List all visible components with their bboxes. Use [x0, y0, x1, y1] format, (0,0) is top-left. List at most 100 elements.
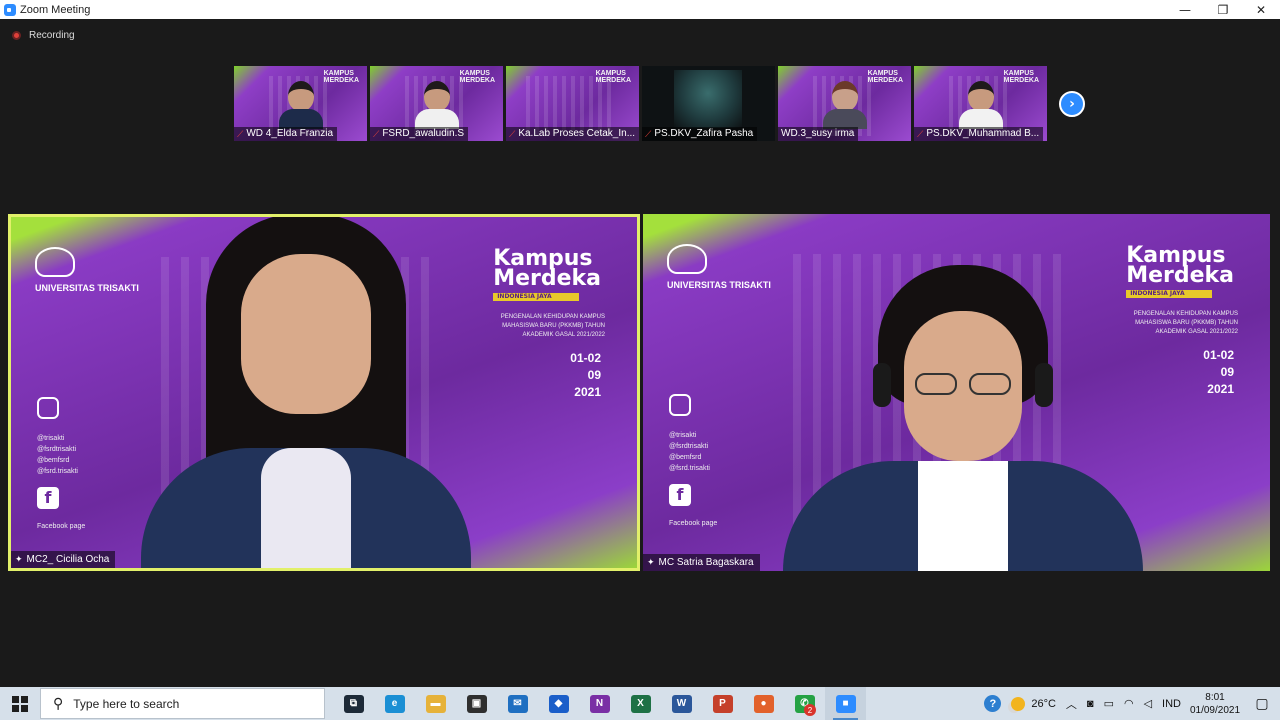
zoom-app-icon: [4, 3, 16, 16]
store-icon: ▣: [466, 694, 487, 713]
event-dates: 01-02 09 2021: [1203, 348, 1234, 396]
mic-muted-icon: ⟋: [373, 129, 380, 139]
pin-icon: ✦: [15, 554, 23, 564]
powerpoint-icon: P: [712, 694, 733, 713]
meeting-area: Recording KAMPUS MERDEKA ⟋ WD 4_Elda Franz…: [0, 19, 1280, 687]
pin-icon: ✦: [647, 557, 655, 567]
unread-count-badge: 2: [804, 704, 816, 716]
mail-taskbar-button[interactable]: ✉: [497, 687, 538, 720]
show-hidden-icons-button[interactable]: ︿: [1061, 687, 1082, 720]
file-explorer-icon: ▬: [425, 694, 446, 713]
battery-button[interactable]: ▭: [1099, 687, 1119, 720]
zoom-icon: ■: [835, 694, 856, 713]
firefox-icon: ●: [753, 694, 774, 713]
speaker-icon: ◁: [1143, 698, 1153, 710]
participant-thumbnail[interactable]: KAMPUS MERDEKA ⟋ PS.DKV_Muhammad B...: [914, 66, 1047, 141]
weather-temperature: 26°C: [1031, 697, 1056, 710]
system-tray: ? 26°C ︿ ◙ ▭ ◠ ◁ IND 8:01 01/09/2021 ▢: [979, 687, 1280, 720]
video-tile-active-speaker[interactable]: UNIVERSITAS TRISAKTI Kampus Merdeka INDONE…: [8, 214, 640, 571]
participant-name-text: WD 4_Elda Franzia: [246, 128, 334, 139]
participant-name-text: MC2_ Cicilia Ocha: [26, 554, 110, 565]
excel-taskbar-button[interactable]: X: [620, 687, 661, 720]
participant-name: ✦ MC2_ Cicilia Ocha: [11, 551, 116, 568]
mic-muted-icon: ⟋: [509, 129, 516, 139]
next-page-button[interactable]: ›: [1059, 91, 1085, 117]
participant-name-text: WD.3_susy irma: [781, 128, 855, 139]
participant-name-text: FSRD_awaludin.S: [382, 128, 465, 139]
excel-icon: X: [630, 694, 651, 713]
mail-icon: ✉: [507, 694, 528, 713]
participant-thumbnail[interactable]: KAMPUS MERDEKA ⟋ Ka.Lab Proses Cetak_In...: [506, 66, 639, 141]
participant-name: ⟋ PS.DKV_Zafira Pasha: [642, 127, 758, 141]
close-button[interactable]: ✕: [1242, 0, 1280, 19]
participant-video: [414, 81, 459, 133]
zoom-taskbar-button[interactable]: ■: [825, 687, 866, 720]
word-icon: W: [671, 694, 692, 713]
taskbar-search-box[interactable]: ⚲ Type here to search: [40, 688, 325, 719]
mic-muted-icon: ⟋: [917, 129, 924, 139]
task-view-taskbar-button[interactable]: ⧉: [333, 687, 374, 720]
participant-thumbnail[interactable]: KAMPUS MERDEKA ⟋ FSRD_awaludin.S: [370, 66, 503, 141]
battery-icon: ▭: [1103, 698, 1114, 710]
minimize-button[interactable]: —: [1166, 0, 1204, 19]
social-media-block: @trisakti @fsrdtrisakti @bemfsrd @fsrd.tris…: [669, 394, 779, 529]
kampus-merdeka-logo: KAMPUS MERDEKA: [1003, 70, 1039, 84]
help-icon: ?: [984, 695, 1002, 712]
firefox-taskbar-button[interactable]: ●: [743, 687, 784, 720]
recording-indicator[interactable]: Recording: [12, 30, 75, 41]
kampus-merdeka-logo: KAMPUS MERDEKA: [323, 70, 359, 84]
onenote-taskbar-button[interactable]: N: [579, 687, 620, 720]
participant-video: [674, 70, 742, 128]
window-title: Zoom Meeting: [20, 3, 91, 16]
social-media-block: @trisakti @fsrdtrisakti @bemfsrd @fsrd.tris…: [37, 397, 147, 532]
search-icon: ⚲: [53, 695, 64, 712]
meet-now-button[interactable]: ◙: [1082, 687, 1099, 720]
participant-thumbnail[interactable]: ⟋ PS.DKV_Zafira Pasha: [642, 66, 775, 141]
word-taskbar-button[interactable]: W: [661, 687, 702, 720]
windows-taskbar: ⚲ Type here to search ⧉ e ▬ ▣ ✉ ◆ N X W P ● ✆ 2 ■ ? 2…: [0, 687, 1280, 720]
windows-logo-icon: [12, 695, 28, 712]
participant-thumbnail[interactable]: KAMPUS MERDEKA ⟋ WD 4_Elda Franzia: [234, 66, 367, 141]
clock-button[interactable]: 8:01 01/09/2021: [1186, 687, 1244, 720]
instagram-icon: [669, 394, 691, 416]
participant-name: ⟋ WD 4_Elda Franzia: [234, 127, 338, 141]
onenote-icon: N: [589, 694, 610, 713]
video-tile[interactable]: UNIVERSITAS TRISAKTI Kampus Merdeka INDONE…: [643, 214, 1270, 571]
glasses-shape: [915, 373, 1011, 395]
participant-thumbnail[interactable]: KAMPUS MERDEKA WD.3_susy irma: [778, 66, 911, 141]
clock-date: 01/09/2021: [1189, 704, 1241, 716]
event-text: PENGENALAN KEHIDUPAN KAMPUS MAHASISWA BA…: [500, 314, 605, 338]
university-logo: UNIVERSITAS TRISAKTI: [35, 247, 155, 294]
dropbox-taskbar-button[interactable]: ◆: [538, 687, 579, 720]
edge-taskbar-button[interactable]: e: [374, 687, 415, 720]
edge-icon: e: [384, 694, 405, 713]
participant-video: [822, 81, 867, 133]
facebook-icon: f: [37, 487, 59, 509]
action-center-button[interactable]: ▢: [1244, 687, 1280, 720]
weather-widget[interactable]: 26°C: [1006, 687, 1061, 720]
whatsapp-taskbar-button[interactable]: ✆ 2: [784, 687, 825, 720]
kampus-merdeka-logo: Kampus Merdeka INDONESIA JAYA: [493, 246, 601, 301]
powerpoint-taskbar-button[interactable]: P: [702, 687, 743, 720]
pinned-apps: ⧉ e ▬ ▣ ✉ ◆ N X W P ● ✆ 2 ■: [333, 687, 866, 720]
camera-icon: ◙: [1086, 697, 1094, 710]
volume-button[interactable]: ◁: [1139, 687, 1157, 720]
file-explorer-taskbar-button[interactable]: ▬: [415, 687, 456, 720]
store-taskbar-button[interactable]: ▣: [456, 687, 497, 720]
network-button[interactable]: ◠: [1119, 687, 1139, 720]
start-button[interactable]: [0, 687, 40, 720]
clock-time: 8:01: [1205, 691, 1225, 703]
title-bar: Zoom Meeting — ❐ ✕: [0, 0, 1280, 19]
wifi-icon: ◠: [1123, 698, 1134, 710]
facebook-icon: f: [669, 484, 691, 506]
mic-muted-icon: ⟋: [237, 129, 244, 139]
input-language-button[interactable]: IND: [1157, 687, 1186, 720]
participant-video: [141, 217, 471, 568]
help-tray-button[interactable]: ?: [979, 687, 1006, 720]
participant-name-text: Ka.Lab Proses Cetak_In...: [518, 128, 636, 139]
language-label: IND: [1162, 697, 1181, 710]
participant-video: [783, 253, 1143, 571]
mic-muted-icon: ⟋: [645, 129, 652, 139]
maximize-button[interactable]: ❐: [1204, 0, 1242, 19]
participant-name: ⟋ FSRD_awaludin.S: [370, 127, 469, 141]
